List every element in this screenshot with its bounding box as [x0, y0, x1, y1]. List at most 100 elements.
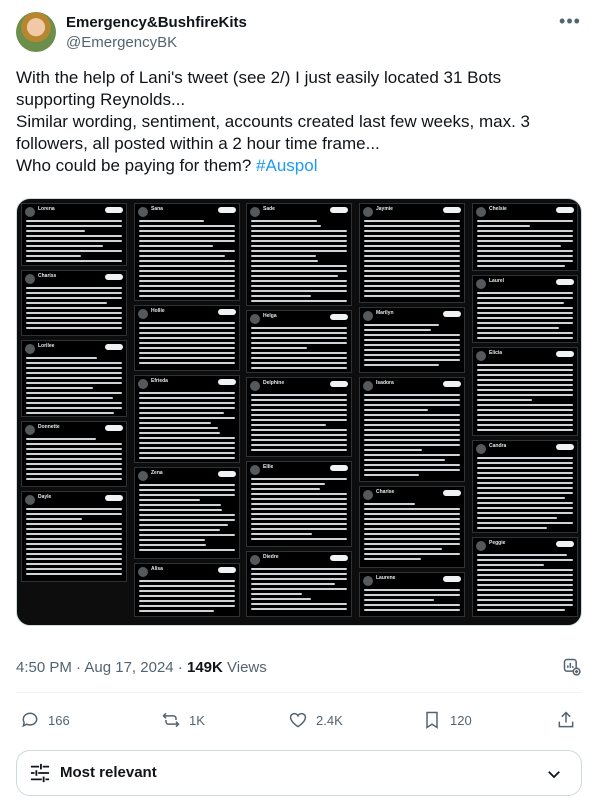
text-line: [139, 322, 235, 324]
follow-pill: [443, 381, 461, 387]
text-line: [139, 534, 235, 536]
text-line: [477, 369, 573, 371]
text-line: [251, 357, 347, 359]
text-line: [364, 419, 460, 421]
text-line: [251, 483, 325, 485]
text-line: [139, 499, 200, 501]
follow-pill: [218, 309, 236, 315]
author-handle[interactable]: @EmergencyBK: [66, 33, 247, 53]
divider: [16, 692, 582, 693]
author-names: Emergency&BushfireKits @EmergencyBK: [66, 13, 247, 53]
text-line: [364, 354, 460, 356]
author-display-name[interactable]: Emergency&BushfireKits: [66, 13, 247, 33]
text-line: [26, 362, 122, 364]
avatar[interactable]: [16, 12, 56, 52]
text-line: [251, 337, 347, 339]
text-line: [26, 292, 122, 294]
bot-reply-screenshot: Efrieda: [134, 375, 240, 464]
text-line: [26, 438, 96, 440]
text-line: [364, 444, 460, 446]
text-line: [364, 538, 460, 540]
text-line: [251, 270, 347, 272]
chevron-down-icon: [545, 765, 563, 783]
bot-name: Helga: [263, 313, 277, 319]
text-line: [26, 287, 122, 289]
text-line: [251, 295, 311, 297]
text-line: [477, 404, 573, 406]
bot-reply-screenshot: Hollie: [134, 305, 240, 371]
text-line: [364, 594, 460, 596]
text-line: [139, 392, 235, 394]
bookmark-button[interactable]: 120: [422, 708, 472, 732]
follow-pill: [105, 207, 123, 213]
bot-reply-screenshot: Laurene: [359, 572, 465, 617]
reply-button[interactable]: 166: [20, 708, 70, 732]
text-line: [251, 414, 347, 416]
text-line: [477, 327, 559, 329]
bot-reply-screenshot: Diedre: [246, 551, 352, 617]
bot-reply-screenshot: Ellie: [246, 461, 352, 547]
text-line: [26, 538, 122, 540]
text-line: [251, 508, 347, 510]
attached-image-collage[interactable]: Lorena Chariss Lorilee Donnette Dayle Sana Hol…: [16, 198, 582, 626]
repost-button[interactable]: 1K: [161, 708, 205, 732]
text-line: [26, 573, 122, 575]
text-line: [477, 512, 573, 514]
share-button[interactable]: [556, 708, 576, 732]
tweet-time[interactable]: 4:50 PM: [16, 659, 72, 676]
text-line: [26, 312, 122, 314]
share-icon: [556, 710, 576, 730]
text-line: [364, 429, 460, 431]
text-line: [139, 225, 235, 227]
text-line: [139, 417, 235, 419]
like-button[interactable]: 2.4K: [288, 708, 343, 732]
bot-reply-screenshot: Delphine: [246, 377, 352, 457]
text-line: [364, 329, 431, 331]
text-line: [364, 533, 460, 535]
bot-avatar: [25, 344, 35, 354]
text-line: [251, 503, 347, 505]
bot-avatar: [138, 471, 148, 481]
text-line: [251, 488, 320, 490]
text-line: [251, 538, 347, 540]
text-line: [26, 220, 122, 222]
bot-name: Chelsie: [489, 206, 507, 212]
text-line: [364, 424, 460, 426]
text-line: [26, 468, 122, 470]
text-line: [251, 285, 347, 287]
tweet-date[interactable]: Aug 17, 2024: [84, 659, 173, 676]
tweet-line-text: Who could be paying for them?: [16, 156, 251, 175]
text-line: [251, 352, 347, 354]
text-line: [139, 494, 235, 496]
reply-sort-selector[interactable]: Most relevant: [16, 750, 582, 796]
analytics-icon[interactable]: [562, 657, 582, 677]
text-line: [477, 250, 573, 252]
text-line: [26, 463, 122, 465]
text-line: [26, 508, 122, 510]
text-line: [477, 457, 573, 459]
text-line: [364, 339, 460, 341]
follow-pill: [330, 465, 348, 471]
text-line: [364, 459, 445, 461]
hashtag-link[interactable]: #Auspol: [256, 156, 317, 175]
bot-name: Hollie: [151, 308, 165, 314]
text-line: [139, 524, 228, 526]
text-line: [139, 362, 235, 364]
text-line: [477, 569, 573, 571]
more-options-icon[interactable]: •••: [558, 14, 582, 34]
text-line: [477, 527, 547, 529]
text-line: [251, 347, 307, 349]
text-line: [364, 225, 460, 227]
bot-reply-screenshot: Donnette: [21, 421, 127, 487]
text-line: [251, 513, 347, 515]
text-line: [139, 427, 218, 429]
bot-avatar: [476, 207, 486, 217]
bot-name: Efrieda: [151, 378, 168, 384]
text-line: [26, 302, 107, 304]
text-line: [26, 412, 114, 414]
text-line: [251, 327, 347, 329]
text-line: [364, 240, 460, 242]
text-line: [26, 322, 122, 324]
text-line: [26, 513, 122, 515]
text-line: [364, 364, 439, 366]
